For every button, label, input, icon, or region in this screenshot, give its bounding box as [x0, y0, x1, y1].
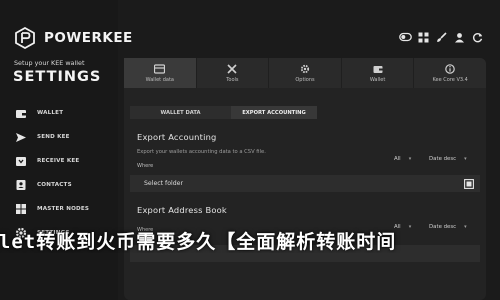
- overlay-banner-text: allet转账到火币需要多久【全面解析转账时间: [0, 231, 397, 253]
- tab-label: Options: [295, 76, 315, 83]
- settings-panel: Wallet data Tools Options Wallet Kee Cor…: [124, 58, 486, 300]
- powerkee-logo-icon: [15, 27, 35, 49]
- receive-icon: [14, 154, 28, 168]
- sidebar-item-receive-kee[interactable]: RECEIVE KEE: [0, 151, 118, 171]
- settings-subtabs: WALLET DATA EXPORT ACCOUNTING: [130, 106, 480, 119]
- brand-logo[interactable]: POWERKEE: [14, 27, 133, 49]
- tab-wallet-data[interactable]: Wallet data: [124, 58, 197, 88]
- grid-icon[interactable]: [414, 28, 432, 46]
- overlay-banner: allet转账到火币需要多久【全面解析转账时间: [0, 227, 500, 253]
- tab-wallet[interactable]: Wallet: [342, 58, 415, 88]
- page-title: SETTINGS: [13, 69, 102, 85]
- tab-label: Wallet: [369, 76, 386, 83]
- toggle-icon[interactable]: [396, 28, 414, 46]
- filter-value: All: [394, 156, 401, 162]
- sidebar: POWERKEE Setup your KEE wallet SETTINGS …: [0, 0, 132, 300]
- options-icon: [300, 64, 310, 75]
- kee-core-icon: [445, 64, 455, 75]
- brush-icon[interactable]: [432, 28, 450, 46]
- sidebar-item-wallet[interactable]: WALLET: [0, 103, 118, 123]
- export-accounting-description: Export your wallets accounting data to a…: [137, 149, 266, 155]
- tools-icon: [227, 64, 237, 75]
- wallet-icon: [14, 106, 28, 120]
- export-accounting-where-label: Where: [137, 163, 154, 169]
- sidebar-item-label: MASTER NODES: [37, 206, 90, 212]
- setup-text: Setup your KEE wallet: [14, 59, 85, 67]
- export-accounting-folder-picker[interactable]: Select folder: [130, 175, 480, 192]
- send-icon: [14, 130, 28, 144]
- export-accounting-filter-select[interactable]: All ▾: [394, 156, 411, 162]
- sidebar-item-label: CONTACTS: [37, 182, 72, 188]
- brand-name: POWERKEE: [44, 30, 133, 46]
- export-accounting-title: Export Accounting: [137, 132, 217, 142]
- settings-tabs: Wallet data Tools Options Wallet Kee Cor…: [124, 58, 486, 88]
- wallet-data-icon: [154, 64, 166, 75]
- tab-options[interactable]: Options: [269, 58, 342, 88]
- export-accounting-sort-select[interactable]: Date desc ▾: [429, 156, 467, 162]
- refresh-icon[interactable]: [468, 28, 486, 46]
- tab-label: Kee Core V3.4: [432, 76, 468, 83]
- chevron-down-icon: ▾: [464, 156, 467, 162]
- sidebar-item-contacts[interactable]: CONTACTS: [0, 175, 118, 195]
- user-icon[interactable]: [450, 28, 468, 46]
- tab-kee-core[interactable]: Kee Core V3.4: [414, 58, 486, 88]
- sidebar-item-master-nodes[interactable]: MASTER NODES: [0, 199, 118, 219]
- subtab-export-accounting[interactable]: EXPORT ACCOUNTING: [231, 106, 317, 119]
- sort-value: Date desc: [429, 156, 457, 162]
- subtab-wallet-data[interactable]: WALLET DATA: [130, 106, 231, 119]
- sidebar-item-send-kee[interactable]: SEND KEE: [0, 127, 118, 147]
- export-address-book-title: Export Address Book: [137, 205, 227, 215]
- folder-open-icon[interactable]: [463, 178, 474, 189]
- tab-tools[interactable]: Tools: [197, 58, 270, 88]
- sidebar-item-label: WALLET: [37, 110, 64, 116]
- top-toolbar: [396, 28, 486, 46]
- folder-placeholder: Select folder: [144, 180, 184, 187]
- masternodes-icon: [14, 202, 28, 216]
- tab-label: Wallet data: [145, 76, 174, 83]
- sidebar-item-label: RECEIVE KEE: [37, 158, 80, 164]
- sidebar-item-label: SEND KEE: [37, 134, 70, 140]
- contacts-icon: [14, 178, 28, 192]
- tab-label: Tools: [226, 76, 239, 83]
- chevron-down-icon: ▾: [408, 156, 412, 162]
- wallet-tab-icon: [373, 64, 383, 75]
